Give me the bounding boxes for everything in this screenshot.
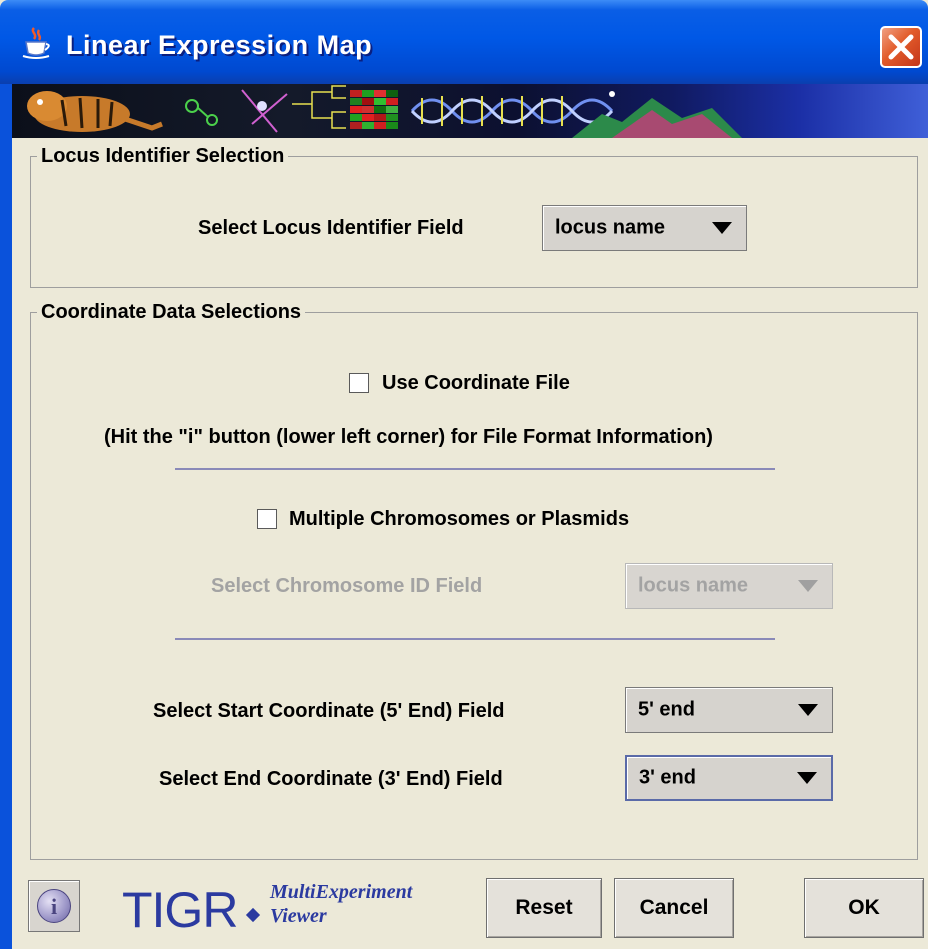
mev-logo-line1: MultiExperiment	[270, 881, 413, 903]
reset-button[interactable]: Reset	[486, 878, 602, 938]
mev-logo-line2: Viewer	[270, 905, 327, 927]
logo-dot	[245, 907, 261, 923]
coord-panel-title: Coordinate Data Selections	[37, 301, 306, 323]
locus-panel-title: Locus Identifier Selection	[37, 145, 289, 167]
button-bar: i TIGR MultiExperiment Viewer Reset Canc…	[12, 870, 928, 949]
locus-field-label: Select Locus Identifier Field	[198, 217, 464, 239]
mev-logo: MultiExperiment Viewer	[270, 880, 412, 928]
dropdown-arrow-icon	[798, 704, 818, 716]
close-button[interactable]	[880, 26, 922, 68]
dropdown-arrow-icon	[712, 222, 732, 234]
start-coordinate-label: Select Start Coordinate (5' End) Field	[153, 700, 505, 722]
window-title: Linear Expression Map	[66, 30, 373, 60]
chromosome-id-label: Select Chromosome ID Field	[211, 575, 483, 597]
separator-1	[175, 468, 775, 470]
multiple-chromosomes-label[interactable]: Multiple Chromosomes or Plasmids	[289, 508, 629, 531]
use-coordinate-file-checkbox[interactable]	[349, 373, 369, 393]
window-frame	[0, 84, 12, 949]
info-icon: i	[37, 889, 71, 923]
info-glyph: i	[50, 894, 58, 919]
dropdown-arrow-icon	[798, 580, 818, 592]
chromosome-id-value: locus name	[638, 574, 749, 597]
separator-2	[175, 638, 775, 640]
start-coordinate-select[interactable]: 5' end	[625, 687, 833, 733]
multiple-chromosomes-checkbox[interactable]	[257, 509, 277, 529]
file-format-hint: (Hit the "i" button (lower left corner) …	[104, 426, 713, 448]
title-bar: Linear Expression Map	[0, 0, 928, 84]
java-cup-icon	[20, 26, 54, 60]
dropdown-arrow-icon	[797, 772, 817, 784]
cancel-button[interactable]: Cancel	[614, 878, 734, 938]
locus-identifier-panel: Locus Identifier Selection Select Locus …	[30, 145, 918, 288]
info-button[interactable]: i	[28, 880, 80, 932]
coordinate-data-panel: Coordinate Data Selections Use Coordinat…	[30, 301, 918, 860]
end-coordinate-value: 3' end	[639, 766, 696, 789]
close-icon	[888, 34, 914, 60]
end-coordinate-select[interactable]: 3' end	[625, 755, 833, 801]
locus-field-select[interactable]: locus name	[542, 205, 747, 251]
use-coordinate-file-label[interactable]: Use Coordinate File	[382, 372, 570, 395]
locus-field-value: locus name	[555, 216, 666, 239]
end-coordinate-label: Select End Coordinate (3' End) Field	[159, 768, 503, 790]
header-banner	[12, 84, 928, 138]
tigr-logo: TIGR	[122, 882, 238, 938]
start-coordinate-value: 5' end	[638, 698, 695, 721]
ok-button[interactable]: OK	[804, 878, 924, 938]
banner-artwork	[27, 85, 742, 138]
chromosome-id-select[interactable]: locus name	[625, 563, 833, 609]
